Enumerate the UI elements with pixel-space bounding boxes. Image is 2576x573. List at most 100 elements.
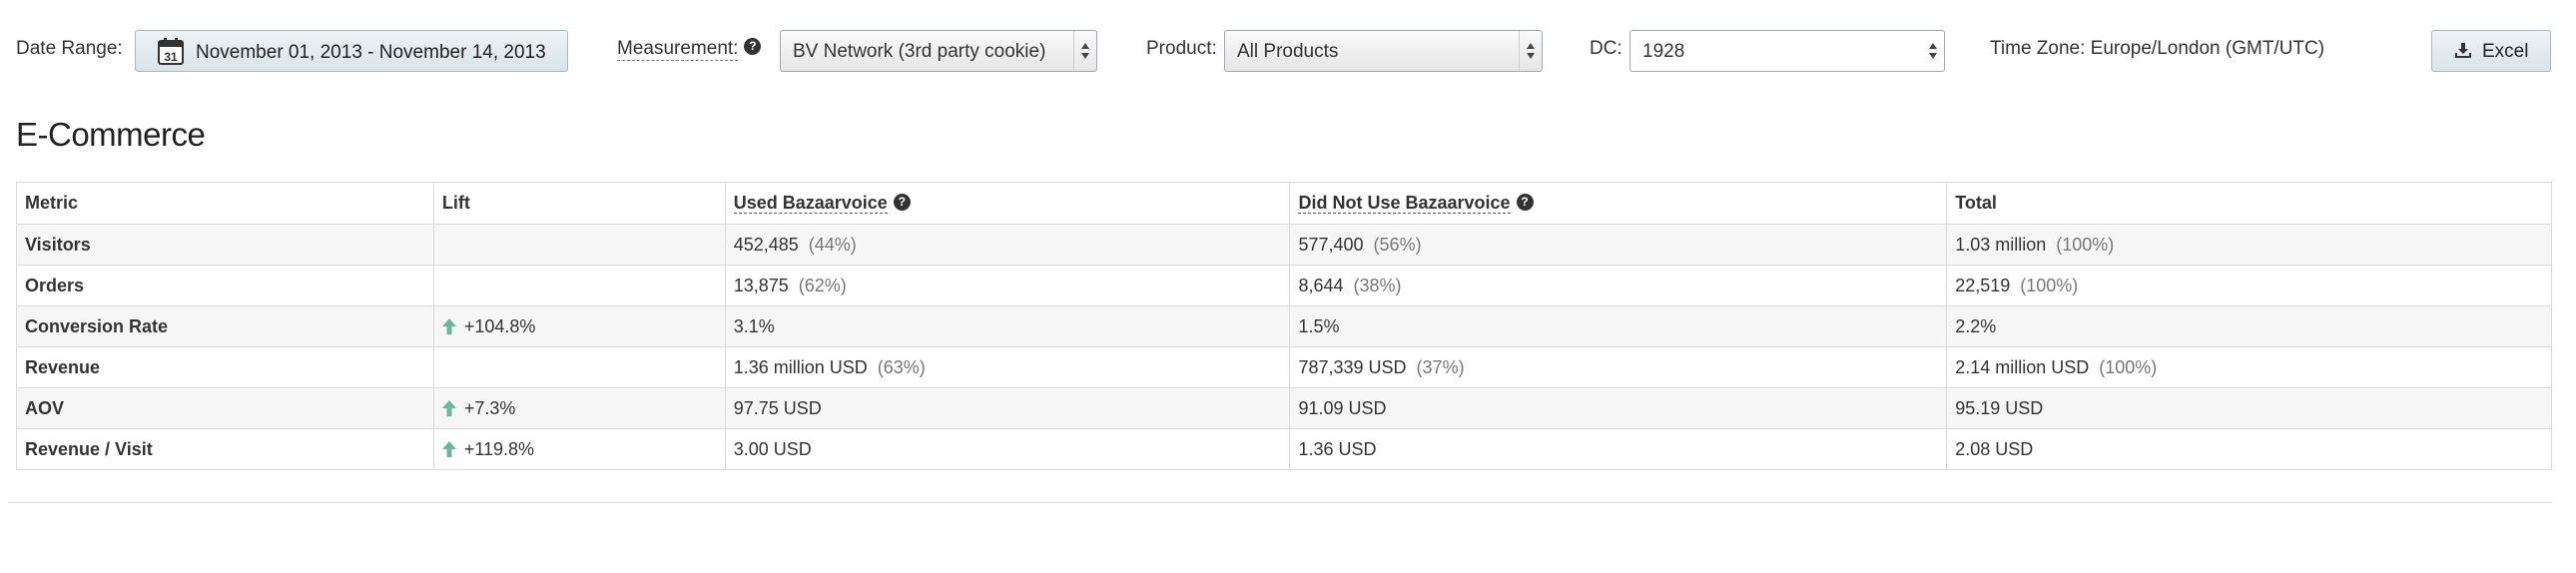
cell-total-value: 2.08 USD bbox=[1955, 438, 2034, 459]
cell-metric: AOV bbox=[16, 387, 434, 429]
cell-total-percent: (100%) bbox=[2020, 275, 2079, 295]
cell-total: 1.03 million (100%) bbox=[1946, 224, 2552, 266]
cell-total-value: 95.19 USD bbox=[1955, 397, 2044, 418]
header-metric: Metric bbox=[16, 182, 434, 225]
cell-not-used-value: 577,400 bbox=[1298, 234, 1364, 255]
dc-select-value: 1928 bbox=[1642, 41, 1685, 62]
lift-value: +104.8% bbox=[463, 315, 536, 336]
table-row: Revenue 1.36 million USD (63%) 787,339 USD (… bbox=[16, 346, 2552, 388]
calendar-icon: 31 bbox=[158, 38, 184, 65]
lift-value: +7.3% bbox=[463, 397, 516, 418]
measurement-select-value: BV Network (3rd party cookie) bbox=[793, 41, 1046, 62]
help-icon[interactable]: ? bbox=[744, 38, 762, 56]
svg-text:31: 31 bbox=[164, 50, 178, 64]
cell-not-used-value: 1.36 USD bbox=[1298, 438, 1377, 459]
header-used-text: Used Bazaarvoice bbox=[733, 193, 888, 214]
cell-used: 97.75 USD bbox=[724, 387, 1291, 429]
cell-used: 452,485 (44%) bbox=[724, 224, 1291, 266]
cell-used: 3.00 USD bbox=[724, 428, 1291, 470]
cell-used-percent: (62%) bbox=[798, 275, 847, 295]
metric-name: Revenue bbox=[25, 356, 101, 377]
cell-not-used: 1.36 USD bbox=[1289, 428, 1948, 470]
header-lift: Lift bbox=[432, 182, 726, 225]
table-row: AOV +7.3% 97.75 USD 91.09 USD 95.19 USD bbox=[16, 387, 2552, 429]
cell-not-used: 91.09 USD bbox=[1289, 387, 1948, 429]
lift-value: +119.8% bbox=[463, 438, 535, 459]
cell-used-value: 3.00 USD bbox=[733, 438, 812, 459]
measurement-label-text: Measurement: bbox=[617, 38, 739, 61]
cell-not-used-percent: (38%) bbox=[1353, 275, 1402, 295]
help-icon[interactable]: ? bbox=[1516, 193, 1534, 211]
cell-metric: Revenue bbox=[16, 346, 434, 388]
dc-label: DC: bbox=[1590, 38, 1622, 59]
select-arrows-icon bbox=[1922, 31, 1944, 71]
cell-used-value: 13,875 bbox=[733, 275, 789, 295]
cell-not-used: 577,400 (56%) bbox=[1289, 224, 1948, 266]
table-header-row: Metric Lift Used Bazaarvoice? Did Not Us… bbox=[16, 182, 2552, 225]
metric-name: AOV bbox=[25, 397, 65, 418]
cell-metric: Orders bbox=[16, 265, 434, 306]
help-icon[interactable]: ? bbox=[893, 193, 911, 211]
cell-metric: Conversion Rate bbox=[16, 305, 434, 347]
metric-name: Revenue / Visit bbox=[25, 438, 153, 459]
cell-metric: Revenue / Visit bbox=[16, 428, 434, 470]
divider bbox=[8, 502, 2552, 503]
cell-used-percent: (44%) bbox=[808, 234, 857, 255]
cell-used-value: 1.36 million USD bbox=[733, 356, 868, 377]
timezone-label: Time Zone: Europe/London (GMT/UTC) bbox=[1990, 38, 2325, 59]
excel-export-button[interactable]: Excel bbox=[2431, 30, 2551, 72]
cell-lift bbox=[432, 265, 726, 306]
cell-total-value: 2.2% bbox=[1955, 315, 1997, 336]
cell-metric: Visitors bbox=[16, 224, 434, 266]
cell-lift: +7.3% bbox=[432, 387, 726, 429]
cell-not-used: 787,339 USD (37%) bbox=[1289, 346, 1948, 388]
cell-not-used-percent: (56%) bbox=[1373, 234, 1422, 255]
cell-used-value: 97.75 USD bbox=[733, 397, 822, 418]
cell-not-used: 1.5% bbox=[1289, 305, 1948, 347]
header-used-bazaarvoice: Used Bazaarvoice? bbox=[724, 182, 1291, 225]
table-row: Conversion Rate +104.8% 3.1% 1.5% 2.2% bbox=[16, 305, 2552, 347]
arrow-up-icon bbox=[441, 317, 456, 334]
filter-bar: Date Range: 31 November 01, 2013 - Novem… bbox=[0, 0, 2576, 100]
cell-lift bbox=[432, 346, 726, 388]
table-row: Revenue / Visit +119.8% 3.00 USD 1.36 USD 2.… bbox=[16, 428, 2552, 470]
metric-name: Conversion Rate bbox=[25, 315, 169, 336]
cell-not-used-value: 1.5% bbox=[1298, 315, 1340, 336]
dc-select[interactable]: 1928 bbox=[1629, 30, 1945, 72]
cell-not-used-value: 91.09 USD bbox=[1298, 397, 1387, 418]
date-range-label: Date Range: bbox=[16, 38, 123, 59]
cell-total: 2.14 million USD (100%) bbox=[1946, 346, 2552, 388]
cell-total-percent: (100%) bbox=[2056, 234, 2115, 255]
cell-not-used-value: 787,339 USD bbox=[1298, 356, 1407, 377]
date-range-button[interactable]: 31 November 01, 2013 - November 14, 2013 bbox=[135, 30, 568, 72]
header-did-not-use-bazaarvoice: Did Not Use Bazaarvoice? bbox=[1289, 182, 1948, 225]
cell-lift bbox=[432, 224, 726, 266]
cell-used: 13,875 (62%) bbox=[724, 265, 1291, 306]
metric-name: Visitors bbox=[25, 234, 91, 255]
measurement-select[interactable]: BV Network (3rd party cookie) bbox=[780, 30, 1097, 72]
table-row: Orders 13,875 (62%) 8,644 (38%) 22,519 (100%) bbox=[16, 265, 2552, 306]
cell-not-used-value: 8,644 bbox=[1298, 275, 1344, 295]
date-range-value: November 01, 2013 - November 14, 2013 bbox=[196, 42, 546, 63]
cell-total-value: 22,519 bbox=[1955, 275, 2011, 295]
select-arrows-icon bbox=[1519, 31, 1542, 71]
cell-used: 1.36 million USD (63%) bbox=[724, 346, 1291, 388]
cell-total-value: 2.14 million USD bbox=[1955, 356, 2090, 377]
cell-lift: +104.8% bbox=[432, 305, 726, 347]
metric-name: Orders bbox=[25, 275, 85, 295]
table-row: Visitors 452,485 (44%) 577,400 (56%) 1.03 mil… bbox=[16, 224, 2552, 266]
cell-used-value: 452,485 bbox=[733, 234, 799, 255]
cell-lift: +119.8% bbox=[432, 428, 726, 470]
cell-not-used: 8,644 (38%) bbox=[1289, 265, 1948, 306]
section-title: E-Commerce bbox=[16, 116, 206, 153]
cell-not-used-percent: (37%) bbox=[1416, 356, 1465, 377]
header-total: Total bbox=[1946, 182, 2552, 225]
download-icon bbox=[2455, 43, 2471, 58]
cell-total: 95.19 USD bbox=[1946, 387, 2552, 429]
arrow-up-icon bbox=[441, 399, 456, 416]
header-not-used-text: Did Not Use Bazaarvoice bbox=[1298, 193, 1511, 214]
product-select[interactable]: All Products bbox=[1224, 30, 1543, 72]
cell-total-percent: (100%) bbox=[2099, 356, 2158, 377]
cell-total: 2.2% bbox=[1946, 305, 2552, 347]
table-body: Visitors 452,485 (44%) 577,400 (56%) 1.03 mil… bbox=[16, 224, 2552, 470]
